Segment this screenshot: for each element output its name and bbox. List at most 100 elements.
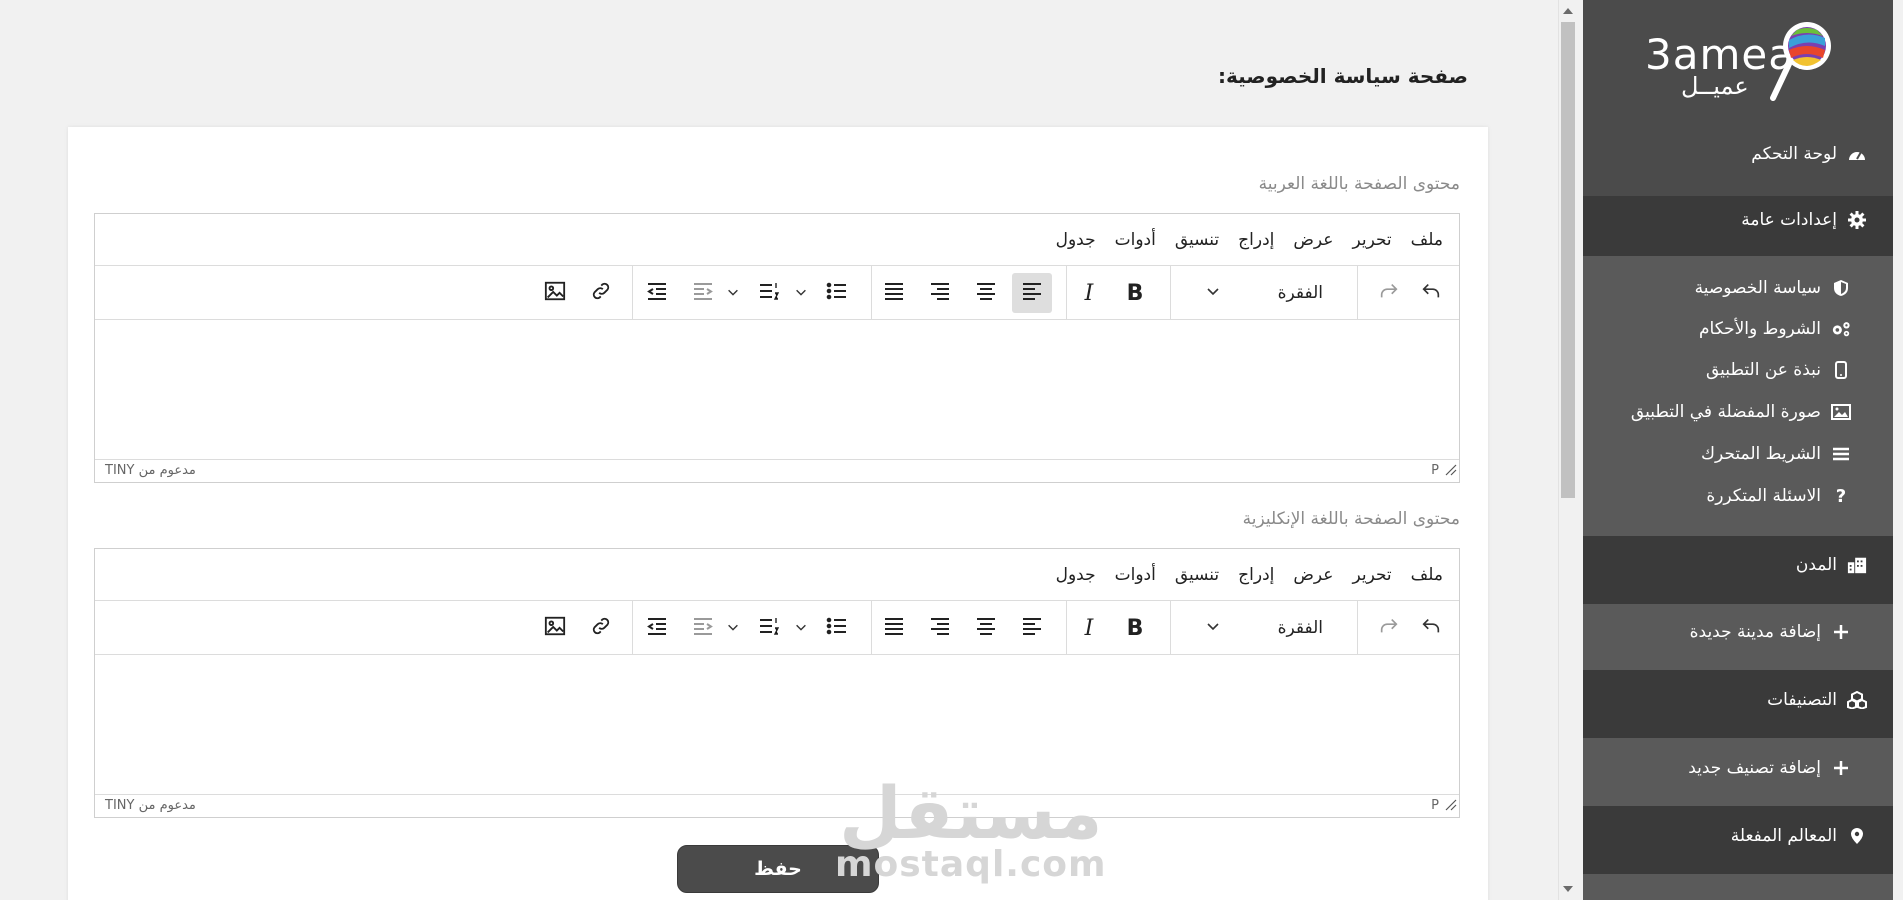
- sidebar-item-landmarks[interactable]: المعالم المفعلة: [1731, 826, 1867, 846]
- english-content-area[interactable]: [95, 655, 1459, 795]
- menu-insert[interactable]: إدراج: [1238, 230, 1274, 250]
- cubes-icon: [1847, 690, 1867, 710]
- numbered-list-dropdown[interactable]: [721, 273, 745, 313]
- sidebar-item-label: صورة المفضلة في التطبيق: [1630, 402, 1821, 422]
- scroll-up-icon[interactable]: [1563, 8, 1573, 14]
- paragraph-dropdown[interactable]: [1193, 608, 1233, 648]
- editor-toolbar: الفقرة B I: [95, 266, 1459, 320]
- menu-tools[interactable]: أدوات: [1115, 230, 1156, 250]
- arabic-content-area[interactable]: [95, 320, 1459, 460]
- redo-button[interactable]: [1369, 608, 1409, 648]
- indent-button[interactable]: [637, 273, 677, 313]
- resize-handle-icon[interactable]: [1445, 464, 1457, 480]
- bold-button[interactable]: B: [1115, 273, 1155, 313]
- numbered-list-button[interactable]: [749, 608, 789, 648]
- align-right-icon: [929, 280, 951, 306]
- outdent-button[interactable]: [683, 273, 723, 313]
- align-justify-button[interactable]: [874, 608, 914, 648]
- magnifier-logo-icon: [1770, 22, 1831, 101]
- paragraph-label: الفقرة: [1277, 283, 1323, 303]
- italic-button[interactable]: I: [1069, 608, 1109, 648]
- link-icon: [590, 615, 612, 641]
- plus-icon: [1831, 758, 1851, 778]
- page-scrollbar[interactable]: [1558, 0, 1576, 900]
- paragraph-dropdown[interactable]: [1193, 273, 1233, 313]
- menu-edit[interactable]: تحرير: [1352, 565, 1391, 585]
- menu-edit[interactable]: تحرير: [1352, 230, 1391, 250]
- sidebar-item-faq[interactable]: ? الاسئلة المتكررة: [1706, 485, 1851, 507]
- align-right-icon: [929, 615, 951, 641]
- sidebar-item-general-settings[interactable]: إعدادات عامة: [1741, 210, 1867, 230]
- bullet-list-dropdown[interactable]: [789, 273, 813, 313]
- bars-icon: [1831, 444, 1851, 464]
- align-left-button[interactable]: [1012, 608, 1052, 648]
- align-right-button[interactable]: [920, 608, 960, 648]
- scroll-down-icon[interactable]: [1563, 886, 1573, 892]
- image-button[interactable]: [535, 608, 575, 648]
- align-center-button[interactable]: [966, 608, 1006, 648]
- sidebar-item-label: الشروط والأحكام: [1698, 319, 1821, 339]
- sidebar-item-label: الاسئلة المتكررة: [1706, 486, 1821, 506]
- app-logo[interactable]: 3ameal عميــل: [1645, 16, 1835, 108]
- sidebar-item-about[interactable]: نبذة عن التطبيق: [1706, 360, 1851, 380]
- sidebar-item-label: الشريط المتحرك: [1701, 444, 1821, 464]
- undo-button[interactable]: [1411, 273, 1451, 313]
- image-button[interactable]: [535, 273, 575, 313]
- bullet-list-dropdown[interactable]: [789, 608, 813, 648]
- chevron-down-icon: [726, 284, 740, 303]
- align-center-button[interactable]: [966, 273, 1006, 313]
- align-left-button[interactable]: [1012, 273, 1052, 313]
- sidebar-item-terms[interactable]: الشروط والأحكام: [1699, 319, 1851, 339]
- question-icon: ?: [1835, 485, 1847, 507]
- sidebar-item-slider[interactable]: الشريط المتحرك: [1701, 444, 1851, 464]
- menu-tools[interactable]: أدوات: [1115, 565, 1156, 585]
- sidebar-item-dashboard[interactable]: لوحة التحكم: [1751, 144, 1867, 164]
- sidebar-item-categories[interactable]: التصنيفات: [1767, 690, 1867, 710]
- menu-format[interactable]: تنسيق: [1175, 230, 1219, 250]
- italic-button[interactable]: I: [1069, 273, 1109, 313]
- resize-handle-icon[interactable]: [1445, 799, 1457, 815]
- sidebar-item-privacy[interactable]: سياسة الخصوصية: [1695, 278, 1851, 298]
- menu-table[interactable]: جدول: [1056, 565, 1096, 585]
- link-button[interactable]: [581, 273, 621, 313]
- scroll-thumb[interactable]: [1561, 22, 1575, 498]
- indent-icon: [646, 280, 668, 306]
- bold-button[interactable]: B: [1115, 608, 1155, 648]
- sidebar-item-favorite-image[interactable]: صورة المفضلة في التطبيق: [1631, 402, 1851, 422]
- menu-format[interactable]: تنسيق: [1175, 565, 1219, 585]
- align-center-icon: [975, 615, 997, 641]
- sidebar-item-cities[interactable]: المدن: [1796, 555, 1867, 575]
- chevron-down-icon: [726, 619, 740, 638]
- menu-file[interactable]: ملف: [1411, 230, 1443, 250]
- sidebar-item-label: التصنيفات: [1767, 690, 1837, 710]
- powered-by-label[interactable]: مدعوم من TINY: [105, 463, 196, 478]
- indent-button[interactable]: [637, 608, 677, 648]
- undo-button[interactable]: [1411, 608, 1451, 648]
- bullet-list-button[interactable]: [817, 608, 857, 648]
- bullet-list-button[interactable]: [817, 273, 857, 313]
- align-right-button[interactable]: [920, 273, 960, 313]
- sidebar-item-add-category[interactable]: إضافة تصنيف جديد: [1688, 758, 1851, 778]
- link-button[interactable]: [581, 608, 621, 648]
- outdent-button[interactable]: [683, 608, 723, 648]
- save-button[interactable]: حفظ: [677, 845, 879, 893]
- sidebar-item-add-city[interactable]: إضافة مدينة جديدة: [1690, 622, 1851, 642]
- map-marker-icon: [1847, 826, 1867, 846]
- save-label: حفظ: [754, 858, 802, 880]
- bullet-list-icon: [826, 280, 848, 306]
- numbered-list-dropdown[interactable]: [721, 608, 745, 648]
- element-path: P: [1431, 463, 1439, 478]
- menu-table[interactable]: جدول: [1056, 230, 1096, 250]
- image-icon: [544, 280, 566, 306]
- numbered-list-button[interactable]: [749, 273, 789, 313]
- menu-view[interactable]: عرض: [1293, 230, 1333, 250]
- powered-by-label[interactable]: مدعوم من TINY: [105, 798, 196, 813]
- sidebar-item-label: المعالم المفعلة: [1730, 826, 1837, 846]
- redo-button[interactable]: [1369, 273, 1409, 313]
- align-justify-button[interactable]: [874, 273, 914, 313]
- menu-file[interactable]: ملف: [1411, 565, 1443, 585]
- english-editor: ملف تحرير عرض إدراج تنسيق أدوات جدول الف…: [94, 548, 1460, 818]
- menu-insert[interactable]: إدراج: [1238, 565, 1274, 585]
- editor-menubar: ملف تحرير عرض إدراج تنسيق أدوات جدول: [95, 549, 1459, 601]
- menu-view[interactable]: عرض: [1293, 565, 1333, 585]
